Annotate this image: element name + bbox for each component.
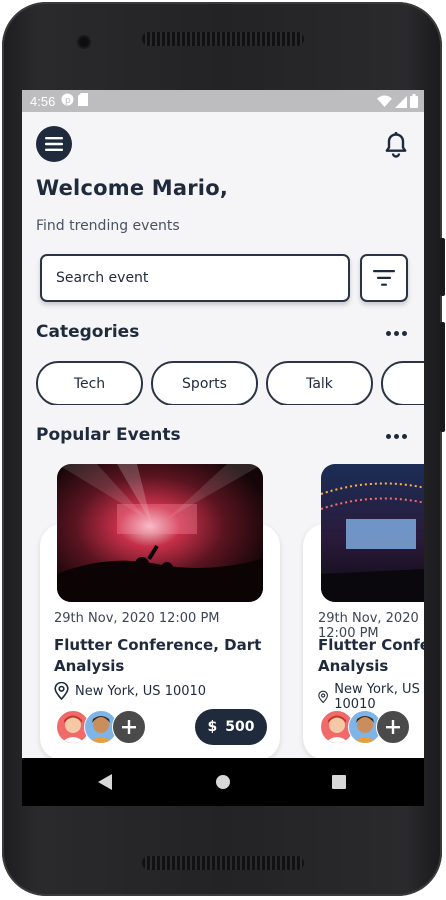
dot [394, 330, 399, 336]
dot [386, 433, 391, 439]
app-content: Welcome Mario, Find trending events Cate… [22, 112, 424, 760]
dot [386, 330, 391, 336]
recents-icon[interactable] [332, 775, 346, 789]
screen: 4:56 p Welcome Mario, Find trending even… [22, 90, 424, 806]
status-time: 4:56 [30, 93, 56, 109]
plus-icon [122, 720, 136, 734]
event-location: New York, US 10010 [54, 682, 206, 700]
location-pin-icon [318, 690, 328, 704]
search-box[interactable] [40, 254, 350, 302]
category-chips: Tech Sports Talk [36, 361, 424, 405]
hamburger-icon [45, 137, 63, 151]
battery-icon [410, 94, 418, 112]
notification-button[interactable] [384, 132, 408, 162]
category-chip-tech[interactable]: Tech [36, 361, 143, 405]
price-value: 500 [225, 719, 255, 735]
back-icon[interactable] [98, 774, 112, 790]
menu-button[interactable] [36, 126, 72, 162]
top-speaker [142, 32, 304, 46]
plus-icon [386, 720, 400, 734]
category-chip-talk[interactable]: Talk [266, 361, 373, 405]
power-button [440, 238, 445, 296]
event-title: Flutter Conference, Dart Analysis [318, 636, 424, 675]
location-pin-icon [54, 682, 69, 700]
category-chip-sports[interactable]: Sports [151, 361, 258, 405]
volume-button [440, 322, 445, 432]
add-attendee-button[interactable] [376, 710, 410, 744]
categories-more-button[interactable] [386, 328, 408, 338]
system-navigation-bar [22, 758, 424, 806]
signal-icon [395, 95, 407, 112]
attendee-avatars [320, 710, 420, 744]
svg-text:p: p [65, 96, 71, 106]
categories-title: Categories [36, 322, 140, 342]
phone-frame: 4:56 p Welcome Mario, Find trending even… [2, 2, 445, 896]
front-camera [79, 37, 89, 47]
category-chip-more[interactable] [381, 361, 424, 405]
filter-icon [373, 270, 395, 286]
dot [402, 330, 407, 336]
dot [402, 433, 407, 439]
event-location: New York, US 10010 [318, 682, 424, 712]
event-image [57, 464, 263, 602]
status-bar: 4:56 p [22, 90, 424, 112]
attendee-avatars [56, 710, 156, 744]
add-attendee-button[interactable] [112, 710, 146, 744]
event-location-text: New York, US 10010 [334, 682, 420, 712]
home-icon[interactable] [216, 775, 230, 789]
filter-button[interactable] [360, 254, 408, 302]
currency-symbol: $ [207, 719, 218, 735]
search-input[interactable] [42, 256, 350, 300]
event-date: 29th Nov, 2020 12:00 PM [54, 611, 220, 626]
event-location-text: New York, US 10010 [75, 683, 207, 699]
app-notification-icon: p [61, 93, 74, 110]
popular-more-button[interactable] [386, 431, 408, 441]
event-image [321, 464, 424, 602]
bottom-speaker [142, 856, 304, 870]
sd-card-icon [78, 92, 89, 110]
greeting-title: Welcome Mario, [36, 176, 228, 200]
price-button[interactable]: $ 500 [195, 709, 267, 745]
bell-icon [385, 132, 407, 158]
greeting-subtitle: Find trending events [36, 218, 180, 234]
event-title: Flutter Conference, Dart Analysis [54, 636, 262, 675]
popular-events-title: Popular Events [36, 425, 181, 445]
dot [394, 433, 399, 439]
wifi-icon [377, 95, 392, 112]
